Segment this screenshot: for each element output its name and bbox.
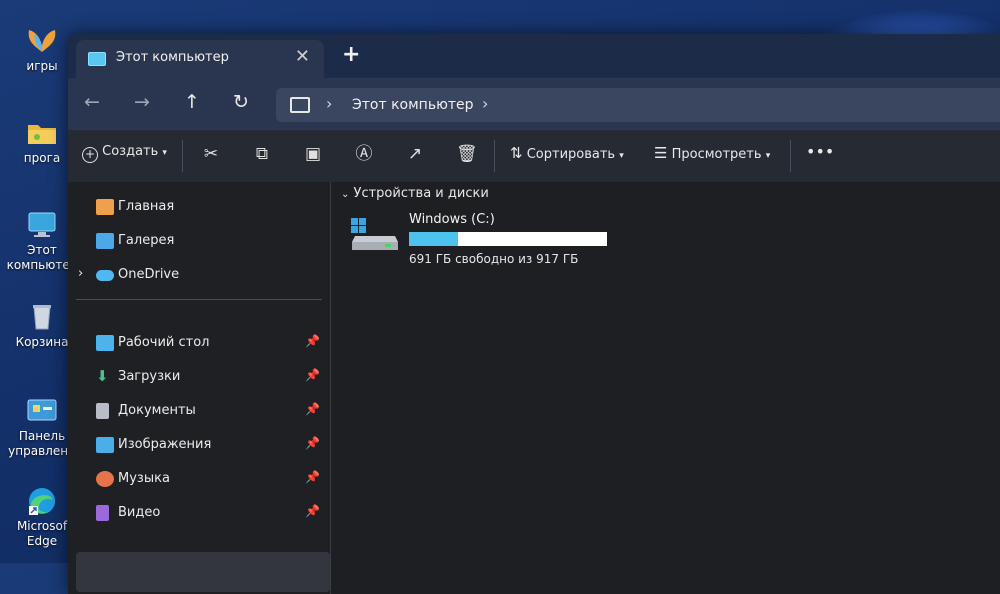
monitor-icon xyxy=(25,210,59,240)
sidebar-item-onedrive[interactable]: › OneDrive xyxy=(68,260,330,290)
edge-icon xyxy=(25,486,59,516)
chevron-down-icon: ▾ xyxy=(765,151,771,161)
control-panel-icon xyxy=(25,396,59,426)
sidebar-item-label: OneDrive xyxy=(118,267,180,282)
paste-icon[interactable]: ▣ xyxy=(303,144,323,164)
view-button[interactable]: ☰ Просмотреть ▾ xyxy=(654,144,770,162)
butterfly-icon xyxy=(25,26,59,56)
desktop-icon xyxy=(96,335,114,351)
sidebar-item-label: Главная xyxy=(118,199,175,214)
monitor-icon xyxy=(88,52,106,66)
drive-usage-bar xyxy=(409,232,607,246)
sidebar-item-downloads[interactable]: ⬇ Загрузки 📌 xyxy=(68,362,330,392)
sidebar-item-documents[interactable]: Документы 📌 xyxy=(68,396,330,426)
music-icon xyxy=(96,471,114,487)
sidebar-item-music[interactable]: Музыка 📌 xyxy=(68,464,330,494)
chevron-down-icon: ▾ xyxy=(619,151,624,161)
plus-icon[interactable]: + xyxy=(342,42,360,67)
drive-name: Windows (C:) xyxy=(409,212,495,227)
sidebar-item-label: Галерея xyxy=(118,233,175,248)
chevron-right-icon: › xyxy=(326,94,333,113)
gallery-icon xyxy=(96,233,114,249)
arrow-right-icon[interactable]: → xyxy=(134,91,150,113)
create-button[interactable]: + Создать ▾ xyxy=(82,144,167,163)
sidebar-item-label: Видео xyxy=(118,505,161,520)
sidebar-item-label: Документы xyxy=(118,403,196,418)
monitor-icon xyxy=(290,97,310,113)
more-icon[interactable]: ••• xyxy=(806,142,834,161)
tab-bar: Этот компьютер ✕ + xyxy=(68,34,1000,78)
sidebar-item-home[interactable]: Главная xyxy=(68,192,330,222)
create-label: Создать xyxy=(102,144,159,159)
pin-icon[interactable]: 📌 xyxy=(305,470,320,484)
address-bar[interactable]: › Этот компьютер › xyxy=(276,88,1000,122)
group-header-label: Устройства и диски xyxy=(353,186,489,201)
sidebar-item-label: Изображения xyxy=(118,437,212,452)
document-icon xyxy=(96,403,109,419)
toolbar-divider xyxy=(790,140,791,172)
sidebar-divider xyxy=(76,299,322,300)
drive-free-space: 691 ГБ свободно из 917 ГБ xyxy=(409,252,579,266)
drive-usage-fill xyxy=(409,232,458,246)
recycle-bin-icon xyxy=(25,302,59,332)
pin-icon[interactable]: 📌 xyxy=(305,504,320,518)
download-icon: ⬇ xyxy=(96,367,109,385)
view-list-icon: ☰ xyxy=(654,144,668,162)
sort-icon: ⇅ xyxy=(510,144,523,162)
pin-icon[interactable]: 📌 xyxy=(305,436,320,450)
sidebar-item-pictures[interactable]: Изображения 📌 xyxy=(68,430,330,460)
folder-icon xyxy=(25,118,59,148)
navigation-pane: Главная Галерея › OneDrive Рабочий стол … xyxy=(68,182,331,594)
command-bar: + Создать ▾ ✂ ⧉ ▣ Ⓐ ↗ 🗑 ⇅ Сортировать ▾ … xyxy=(68,130,1000,183)
navigation-bar: ← → ↑ ↻ › Этот компьютер › xyxy=(68,78,1000,130)
drive-item-c[interactable]: Windows (C:) 691 ГБ свободно из 917 ГБ xyxy=(351,210,671,274)
rename-icon[interactable]: Ⓐ xyxy=(354,144,374,164)
sidebar-item-label: Загрузки xyxy=(118,369,181,384)
breadcrumb-this-pc[interactable]: Этот компьютер xyxy=(352,97,474,113)
chevron-down-icon: ▾ xyxy=(162,148,167,158)
plus-circle-icon: + xyxy=(82,147,98,163)
toolbar-divider xyxy=(182,140,183,172)
hard-drive-icon xyxy=(351,218,399,252)
group-header[interactable]: ⌄ Устройства и диски xyxy=(341,186,489,201)
delete-icon[interactable]: 🗑 xyxy=(456,144,478,164)
file-explorer-window: Этот компьютер ✕ + ← → ↑ ↻ › Этот компью… xyxy=(68,34,1000,594)
home-icon xyxy=(96,199,114,215)
share-icon[interactable]: ↗ xyxy=(405,144,425,164)
sidebar-item-label: Рабочий стол xyxy=(118,335,210,350)
refresh-icon[interactable]: ↻ xyxy=(233,91,249,113)
chevron-down-icon: ⌄ xyxy=(341,189,350,200)
sidebar-item-selected[interactable] xyxy=(76,552,330,592)
close-icon[interactable]: ✕ xyxy=(295,46,310,67)
explorer-body: Главная Галерея › OneDrive Рабочий стол … xyxy=(68,182,1000,594)
video-icon xyxy=(96,505,109,521)
image-icon xyxy=(96,437,114,453)
sort-button[interactable]: ⇅ Сортировать ▾ xyxy=(510,144,624,162)
arrow-left-icon[interactable]: ← xyxy=(84,91,100,113)
content-pane: ⌄ Устройства и диски Windows (C:) 691 ГБ… xyxy=(331,182,1000,594)
cut-icon[interactable]: ✂ xyxy=(201,144,221,164)
view-label: Просмотреть xyxy=(671,147,762,162)
tab-title: Этот компьютер xyxy=(116,50,229,65)
sidebar-item-desktop[interactable]: Рабочий стол 📌 xyxy=(68,328,330,358)
sidebar-item-label: Музыка xyxy=(118,471,170,486)
sidebar-item-gallery[interactable]: Галерея xyxy=(68,226,330,256)
cloud-icon xyxy=(96,270,114,281)
chevron-right-icon[interactable]: › xyxy=(482,94,488,113)
arrow-up-icon[interactable]: ↑ xyxy=(184,91,200,113)
pin-icon[interactable]: 📌 xyxy=(305,334,320,348)
tab-this-pc[interactable]: Этот компьютер ✕ xyxy=(76,40,324,78)
sidebar-item-videos[interactable]: Видео 📌 xyxy=(68,498,330,528)
chevron-right-icon[interactable]: › xyxy=(78,266,83,281)
pin-icon[interactable]: 📌 xyxy=(305,402,320,416)
sort-label: Сортировать xyxy=(526,147,616,162)
copy-icon[interactable]: ⧉ xyxy=(252,144,272,164)
pin-icon[interactable]: 📌 xyxy=(305,368,320,382)
toolbar-divider xyxy=(494,140,495,172)
